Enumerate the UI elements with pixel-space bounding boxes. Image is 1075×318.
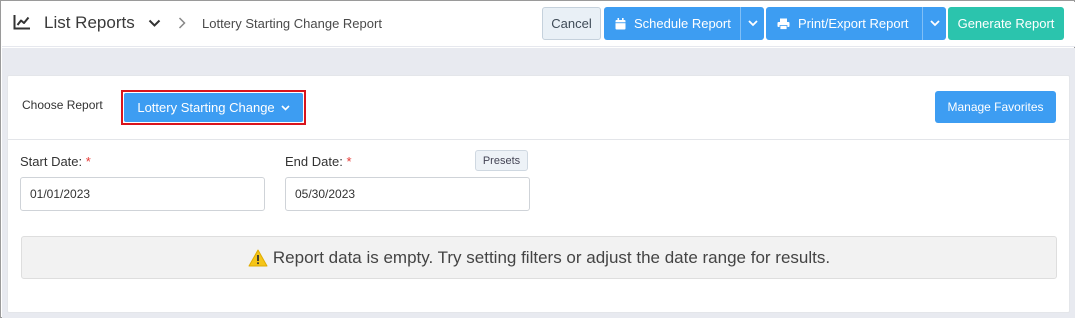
print-export-main[interactable]: Print/Export Report — [766, 7, 909, 40]
generate-report-button[interactable]: Generate Report — [948, 7, 1064, 40]
app-frame: List Reports Lottery Starting Change Rep… — [0, 0, 1075, 318]
start-date-label: Start Date: * — [20, 154, 91, 169]
empty-report-message: Report data is empty. Try setting filter… — [272, 247, 831, 267]
cancel-button[interactable]: Cancel — [542, 7, 601, 40]
choose-report-label: Choose Report — [22, 98, 103, 112]
presets-button[interactable]: Presets — [475, 150, 528, 171]
chevron-down-icon — [281, 104, 290, 111]
empty-report-alert: Report data is empty. Try setting filter… — [21, 236, 1057, 279]
end-date-value: 05/30/2023 — [295, 187, 356, 201]
end-date-label-text: End Date: — [285, 154, 343, 169]
chevron-right-icon — [178, 17, 186, 29]
manage-favorites-button[interactable]: Manage Favorites — [935, 91, 1056, 123]
required-mark: * — [346, 154, 352, 169]
schedule-dropdown-toggle[interactable] — [740, 7, 764, 40]
calendar-icon — [615, 17, 626, 29]
end-date-label: End Date: * — [285, 154, 352, 169]
printer-icon — [777, 18, 790, 30]
chevron-down-icon — [929, 20, 940, 27]
chevron-down-icon — [747, 20, 758, 27]
start-date-input[interactable]: 01/01/2023 — [20, 177, 265, 211]
print-export-button[interactable]: Print/Export Report — [766, 7, 946, 40]
breadcrumb: Lottery Starting Change Report — [202, 16, 382, 31]
report-select-dropdown[interactable]: Lottery Starting Change — [124, 93, 303, 122]
schedule-report-button[interactable]: Schedule Report — [604, 7, 764, 40]
schedule-report-label: Schedule Report — [634, 16, 731, 31]
schedule-report-main[interactable]: Schedule Report — [604, 7, 731, 40]
print-export-label: Print/Export Report — [798, 16, 909, 31]
start-date-label-text: Start Date: — [20, 154, 83, 169]
manage-favorites-label: Manage Favorites — [947, 100, 1044, 114]
start-date-value: 01/01/2023 — [30, 187, 91, 201]
report-panel: Choose Report Lottery Starting Change Ma… — [7, 75, 1070, 313]
required-mark: * — [85, 154, 91, 169]
generate-report-label: Generate Report — [957, 16, 1055, 31]
print-dropdown-toggle[interactable] — [922, 7, 946, 40]
warning-icon — [248, 249, 268, 266]
cancel-button-label: Cancel — [551, 16, 592, 31]
end-date-input[interactable]: 05/30/2023 — [285, 177, 530, 211]
page-title: List Reports — [44, 13, 135, 32]
presets-label: Presets — [482, 154, 521, 167]
line-chart-icon — [13, 15, 30, 30]
panel-header: Choose Report Lottery Starting Change Ma… — [8, 76, 1069, 140]
chevron-down-icon[interactable] — [148, 19, 161, 28]
report-select-value: Lottery Starting Change — [137, 100, 275, 115]
